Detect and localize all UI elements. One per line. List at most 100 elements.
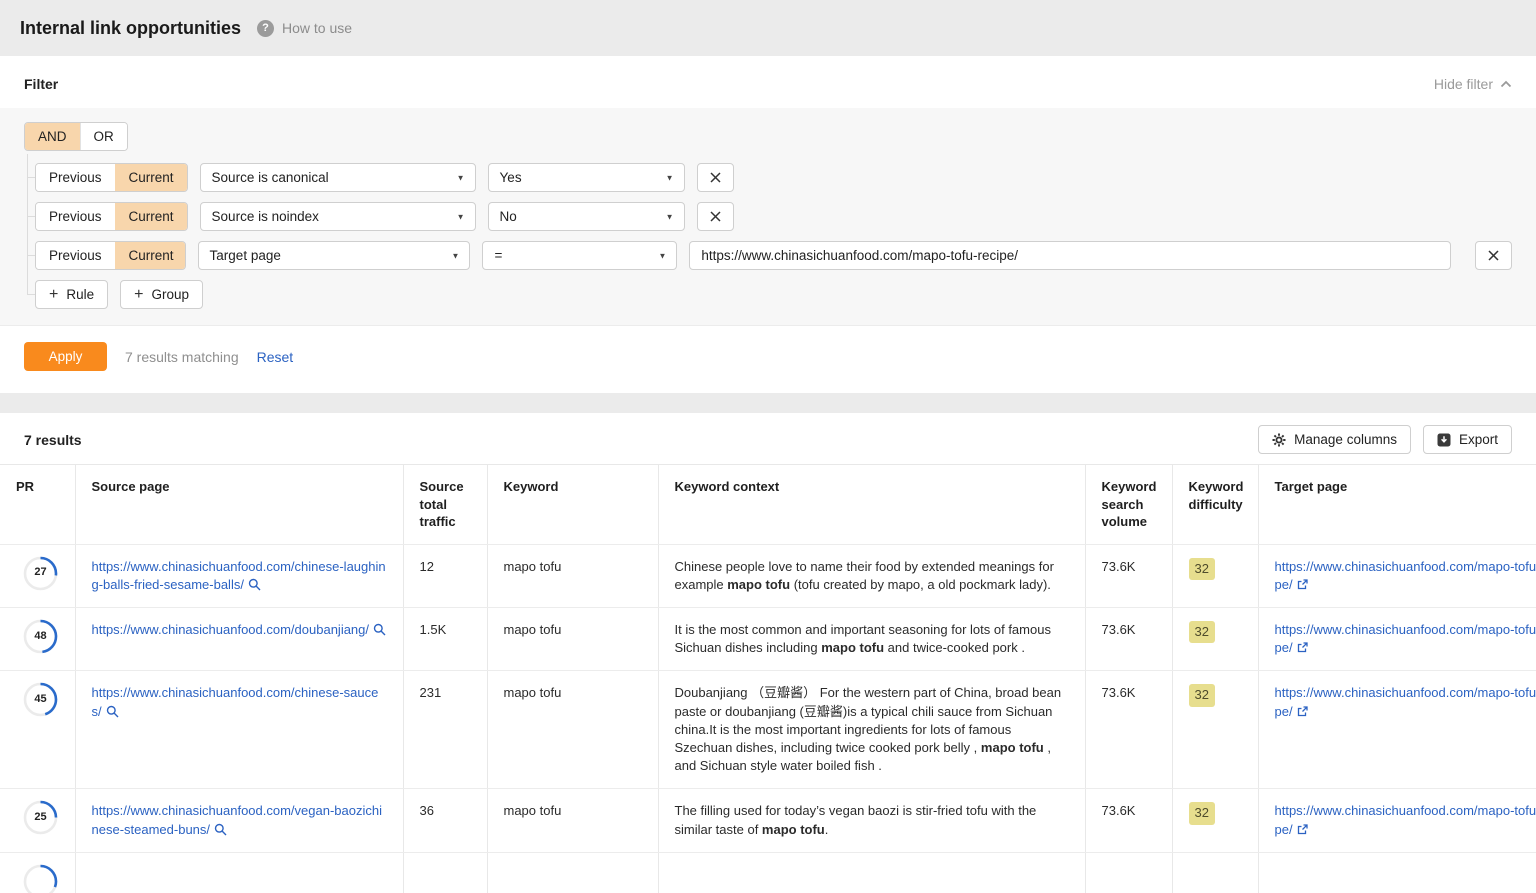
target-page-link[interactable]: https://www.chinasichuanfood.com/mapo-to…	[1275, 803, 1536, 836]
keyword-context-text: The filling used for today’s vegan baozi…	[658, 789, 1085, 852]
table-row: 48 https://www.chinasichuanfood.com/doub…	[0, 608, 1536, 671]
reset-link[interactable]: Reset	[257, 349, 294, 365]
external-link-icon[interactable]	[1297, 579, 1308, 590]
close-icon	[710, 211, 721, 222]
pr-value: 27	[22, 555, 59, 592]
column-header-keyword-difficulty[interactable]: Keyword difficulty	[1172, 465, 1258, 545]
external-link-icon[interactable]	[1297, 642, 1308, 653]
search-icon[interactable]	[373, 623, 386, 636]
column-header-keyword-search-volume[interactable]: Keyword search volume	[1085, 465, 1172, 545]
search-icon[interactable]	[214, 823, 227, 836]
apply-row: Apply 7 results matching Reset	[0, 326, 1536, 393]
previous-button[interactable]: Previous	[36, 242, 115, 269]
add-rule-button[interactable]: + Rule	[35, 280, 108, 309]
source-page-link[interactable]: https://www.chinasichuanfood.com/chinese…	[92, 559, 386, 592]
target-page-url-input[interactable]	[689, 241, 1451, 270]
field-dropdown[interactable]: Source is noindex ▼	[200, 202, 476, 231]
field-dropdown[interactable]: Source is canonical ▼	[200, 163, 476, 192]
logic-and-button[interactable]: AND	[25, 123, 80, 150]
logic-toggle: AND OR	[24, 122, 128, 151]
plus-icon: +	[134, 287, 143, 303]
hide-filter-button[interactable]: Hide filter	[1434, 76, 1512, 92]
pr-value: 45	[22, 681, 59, 718]
keyword-difficulty-badge: 32	[1189, 802, 1215, 824]
filter-panel: Filter Hide filter AND OR Previous Cu	[0, 56, 1536, 393]
keyword-difficulty-badge: 32	[1189, 684, 1215, 706]
previous-button[interactable]: Previous	[36, 164, 115, 191]
field-dropdown[interactable]: Target page ▼	[198, 241, 471, 270]
external-link-icon[interactable]	[1297, 706, 1308, 717]
field-dropdown-value: Source is canonical	[212, 170, 329, 185]
results-panel: 7 results Manage columns	[0, 413, 1536, 893]
column-header-source-page[interactable]: Source page	[75, 465, 403, 545]
target-page-link[interactable]: https://www.chinasichuanfood.com/mapo-to…	[1275, 685, 1536, 718]
operator-dropdown-value: =	[494, 248, 502, 263]
current-button[interactable]: Current	[115, 242, 186, 269]
operator-dropdown[interactable]: = ▼	[482, 241, 677, 270]
export-button[interactable]: Export	[1423, 425, 1512, 454]
rules-connector-line	[27, 154, 28, 295]
help-question-icon[interactable]	[257, 20, 274, 37]
previous-button[interactable]: Previous	[36, 203, 115, 230]
dropdown-caret-icon: ▼	[666, 173, 674, 182]
filter-rules-area: AND OR Previous Current Source is canoni…	[0, 108, 1536, 326]
search-volume-value: 73.6K	[1085, 608, 1172, 671]
column-header-target-page[interactable]: Target page	[1258, 465, 1536, 545]
keyword-value: mapo tofu	[487, 789, 658, 852]
operator-dropdown[interactable]: Yes ▼	[488, 163, 685, 192]
remove-rule-button[interactable]	[697, 202, 734, 231]
operator-dropdown-value: No	[500, 209, 517, 224]
dropdown-caret-icon: ▼	[457, 212, 465, 221]
table-row: 45 https://www.chinasichuanfood.com/chin…	[0, 671, 1536, 789]
pr-indicator: 48	[22, 618, 59, 655]
column-header-source-total-traffic[interactable]: Source total traffic	[403, 465, 487, 545]
manage-columns-button[interactable]: Manage columns	[1258, 425, 1411, 454]
search-volume-value: 73.6K	[1085, 671, 1172, 789]
target-page-link[interactable]: https://www.chinasichuanfood.com/mapo-to…	[1275, 622, 1536, 655]
logic-or-button[interactable]: OR	[80, 123, 127, 150]
search-icon[interactable]	[248, 578, 261, 591]
field-dropdown-value: Target page	[210, 248, 281, 263]
column-header-pr[interactable]: PR	[0, 465, 75, 545]
table-row-partial	[0, 852, 1536, 893]
gear-icon	[1272, 433, 1286, 447]
target-page-link[interactable]: https://www.chinasichuanfood.com/mapo-to…	[1275, 559, 1536, 592]
manage-columns-label: Manage columns	[1294, 432, 1397, 447]
apply-button[interactable]: Apply	[24, 342, 107, 371]
filter-rules-list: Previous Current Source is canonical ▼ Y…	[35, 163, 1512, 309]
dropdown-caret-icon: ▼	[666, 212, 674, 221]
results-table: PR Source page Source total traffic Keyw…	[0, 464, 1536, 893]
table-header-row: PR Source page Source total traffic Keyw…	[0, 465, 1536, 545]
pr-indicator	[22, 863, 59, 893]
pr-value: 25	[22, 799, 59, 836]
source-traffic-value: 36	[403, 789, 487, 852]
plus-icon: +	[49, 287, 58, 303]
source-page-link[interactable]: https://www.chinasichuanfood.com/doubanj…	[92, 622, 370, 637]
column-header-keyword-context[interactable]: Keyword context	[658, 465, 1085, 545]
external-link-icon[interactable]	[1297, 824, 1308, 835]
results-actions: Manage columns Export	[1258, 425, 1512, 454]
current-button[interactable]: Current	[115, 164, 187, 191]
keyword-difficulty-badge: 32	[1189, 621, 1215, 643]
chevron-up-icon	[1500, 80, 1512, 88]
pr-value: 48	[22, 618, 59, 655]
dropdown-caret-icon: ▼	[452, 251, 460, 260]
column-header-keyword[interactable]: Keyword	[487, 465, 658, 545]
keyword-difficulty-badge: 32	[1189, 558, 1215, 580]
results-header: 7 results Manage columns	[0, 413, 1536, 464]
how-to-use-link[interactable]: How to use	[282, 20, 352, 36]
keyword-value: mapo tofu	[487, 544, 658, 607]
remove-rule-button[interactable]	[697, 163, 734, 192]
filter-header: Filter Hide filter	[0, 56, 1536, 108]
source-page-link[interactable]: https://www.chinasichuanfood.com/vegan-b…	[92, 803, 383, 836]
pr-indicator: 45	[22, 681, 59, 718]
source-page-link[interactable]: https://www.chinasichuanfood.com/chinese…	[92, 685, 379, 718]
add-group-label: Group	[151, 287, 189, 302]
add-group-button[interactable]: + Group	[120, 280, 203, 309]
keyword-value: mapo tofu	[487, 608, 658, 671]
top-bar: Internal link opportunities How to use	[0, 0, 1536, 56]
search-icon[interactable]	[106, 705, 119, 718]
current-button[interactable]: Current	[115, 203, 187, 230]
operator-dropdown[interactable]: No ▼	[488, 202, 685, 231]
remove-rule-button[interactable]	[1475, 241, 1512, 270]
